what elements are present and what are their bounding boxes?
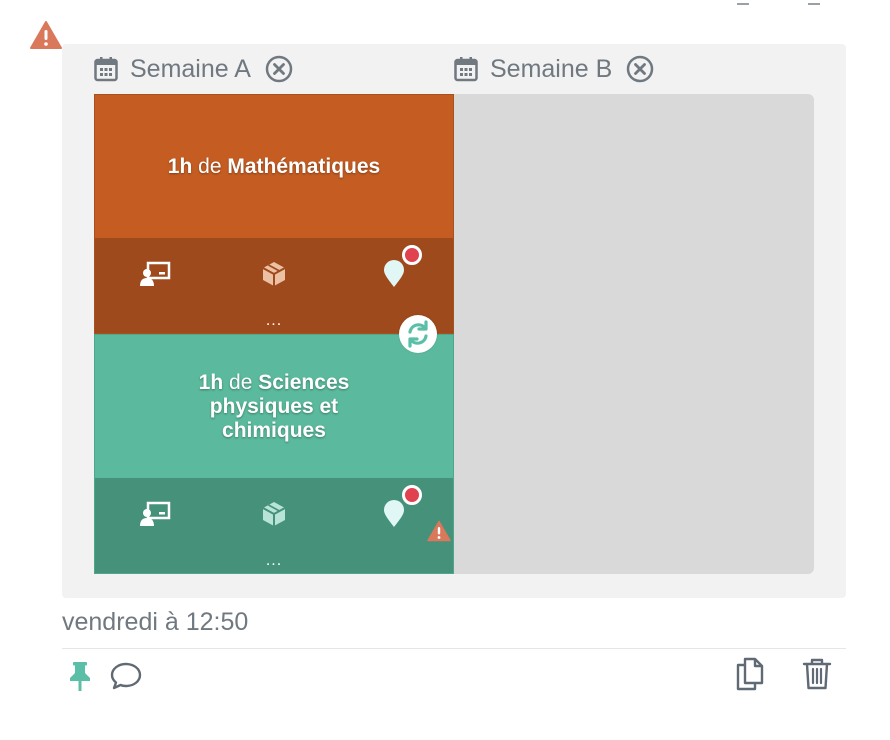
teacher-board-icon[interactable]	[139, 501, 171, 527]
warning-icon[interactable]	[29, 20, 63, 50]
calendar-icon	[94, 57, 118, 82]
timestamp: vendredi à 12:50	[62, 608, 249, 636]
course-icons-math	[95, 238, 453, 310]
course-more-sciences[interactable]: ...	[95, 550, 453, 573]
alert-dot	[402, 245, 422, 265]
pin-button[interactable]	[66, 660, 94, 692]
week-a-header: Semaine A	[94, 52, 293, 86]
teacher-board-icon[interactable]	[139, 261, 171, 287]
copy-button[interactable]	[735, 657, 765, 691]
location-pin-icon[interactable]	[383, 260, 405, 288]
location-pin-icon[interactable]	[383, 500, 405, 528]
week-b-label: Semaine B	[490, 54, 613, 83]
comment-button[interactable]	[110, 661, 142, 691]
comment-icon	[110, 662, 142, 690]
week-b-header: Semaine B	[454, 52, 654, 86]
divider	[62, 648, 846, 649]
top-stub-right	[808, 0, 820, 5]
trash-icon	[802, 658, 832, 690]
swap-icon	[408, 320, 428, 348]
course-card-sciences[interactable]: 1h de Sciences physiques et chimiques ..…	[94, 334, 454, 574]
pin-icon	[70, 662, 90, 691]
course-title-math: 1h de Mathématiques	[167, 154, 381, 178]
room-box-icon[interactable]	[261, 501, 287, 527]
remove-week-b-close-icon[interactable]	[626, 55, 654, 83]
calendar-icon	[454, 57, 478, 82]
course-card-math[interactable]: 1h de Mathématiques ...	[94, 94, 454, 334]
course-title-sciences: 1h de Sciences physiques et chimiques	[198, 370, 350, 442]
top-stub-left	[737, 0, 749, 5]
warning-icon[interactable]	[427, 520, 451, 542]
week-a-label: Semaine A	[130, 54, 251, 83]
swap-button[interactable]	[399, 315, 437, 353]
room-box-icon[interactable]	[261, 261, 287, 287]
course-icons-sciences	[95, 478, 453, 550]
week-b-slot-area[interactable]	[454, 94, 814, 574]
alert-dot	[402, 485, 422, 505]
delete-button[interactable]	[802, 657, 832, 691]
remove-week-a-close-icon[interactable]	[265, 55, 293, 83]
copy-icon	[736, 657, 764, 691]
